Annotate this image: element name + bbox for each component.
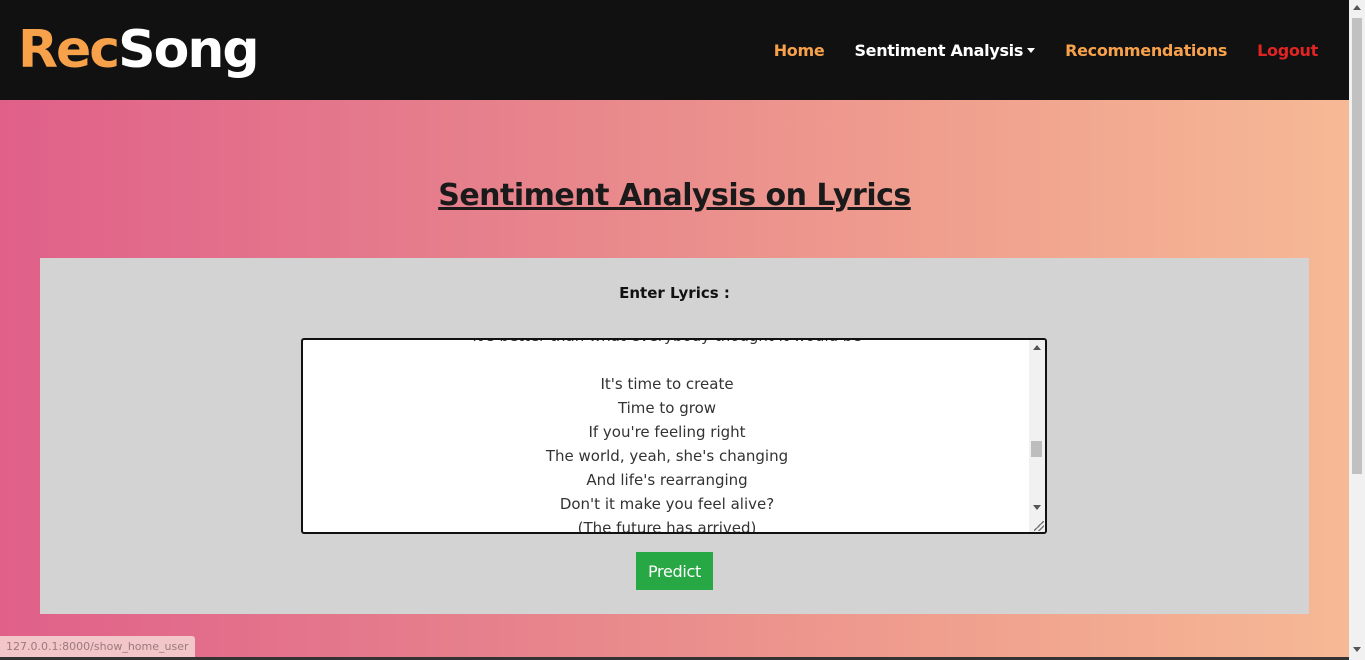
nav-sentiment-analysis[interactable]: Sentiment Analysis xyxy=(854,40,1036,60)
scroll-up-icon[interactable] xyxy=(1033,345,1041,350)
page-scroll-up-icon[interactable] xyxy=(1353,5,1361,10)
predict-button[interactable]: Predict xyxy=(636,552,713,590)
textarea-scrollbar[interactable] xyxy=(1029,340,1045,532)
resize-handle-icon[interactable] xyxy=(1034,521,1044,531)
brand-rec: Rec xyxy=(18,20,120,80)
lyrics-form-panel: Enter Lyrics : It's better than what eve… xyxy=(40,258,1309,614)
lyrics-line: Time to grow xyxy=(617,399,717,417)
scrollbar-thumb[interactable] xyxy=(1031,441,1042,457)
page-title: Sentiment Analysis on Lyrics xyxy=(438,178,911,213)
brand-logo[interactable]: RecSong xyxy=(18,18,260,82)
nav-sentiment-analysis-label: Sentiment Analysis xyxy=(854,40,1024,60)
lyrics-line: Don't it make you feel alive? xyxy=(559,495,775,513)
page-scroll-down-icon[interactable] xyxy=(1353,647,1361,652)
navbar: RecSong Home Sentiment Analysis Recommen… xyxy=(0,0,1349,100)
lyrics-line: The world, yeah, she's changing xyxy=(545,447,789,465)
nav-links: Home Sentiment Analysis Recommendations … xyxy=(744,38,1319,62)
lyrics-line xyxy=(303,348,1031,372)
status-bar-url: 127.0.0.1:8000/show_home_user xyxy=(0,636,195,657)
lyrics-line: It's time to create xyxy=(600,375,734,393)
scroll-down-icon[interactable] xyxy=(1033,505,1041,510)
caret-down-icon xyxy=(1027,47,1036,53)
lyrics-textarea[interactable]: It's better than what everybody thought … xyxy=(301,338,1047,534)
brand-song: Song xyxy=(118,20,259,80)
nav-home[interactable]: Home xyxy=(774,41,825,60)
nav-recommendations[interactable]: Recommendations xyxy=(1065,41,1227,60)
lyrics-line: It's better than what everybody thought … xyxy=(303,340,1031,348)
lyrics-text: It's better than what everybody thought … xyxy=(303,340,1031,534)
page-scrollbar[interactable] xyxy=(1349,0,1365,660)
lyrics-line: (The future has arrived) xyxy=(577,519,757,534)
page-scrollbar-thumb[interactable] xyxy=(1352,18,1362,474)
lyrics-line: If you're feeling right xyxy=(588,423,746,441)
nav-logout[interactable]: Logout xyxy=(1257,41,1318,60)
lyrics-line: And life's rearranging xyxy=(586,471,748,489)
enter-lyrics-label: Enter Lyrics : xyxy=(619,284,730,302)
